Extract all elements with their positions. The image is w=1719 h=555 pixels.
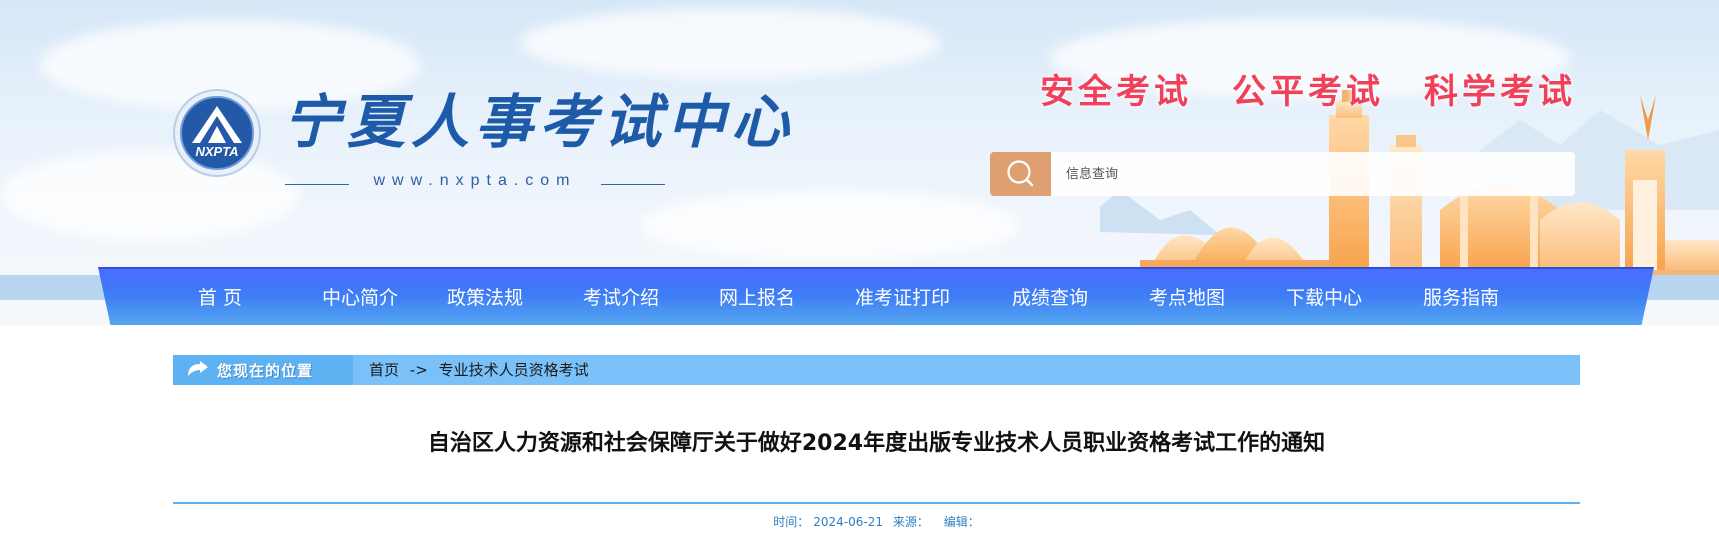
search-button[interactable]: [990, 152, 1051, 196]
breadcrumb-current-link[interactable]: 专业技术人员资格考试: [439, 361, 589, 379]
location-badge: 您现在的位置: [173, 355, 353, 385]
site-name: 宁夏人事考试中心: [283, 88, 796, 156]
nav-item-about[interactable]: 中心简介: [322, 269, 447, 325]
article-title: 自治区人力资源和社会保障厅关于做好2024年度出版专业技术人员职业资格考试工作的…: [427, 431, 1326, 456]
site-url: www.nxpta.com: [373, 172, 577, 189]
nxpta-logo-icon: NXPTA: [173, 89, 261, 177]
meta-time-label: 时间：: [773, 515, 810, 529]
breadcrumb-path: 首页 -> 专业技术人员资格考试: [369, 355, 589, 385]
nav-item-home[interactable]: 首 页: [198, 269, 322, 325]
logo-badge-text: NXPTA: [195, 144, 238, 159]
search-icon: [1006, 160, 1033, 187]
meta-source-label: 来源：: [892, 515, 929, 529]
search-input[interactable]: [1051, 152, 1575, 196]
nav-item-admission-ticket[interactable]: 准考证打印: [855, 269, 1012, 325]
location-badge-label: 您现在的位置: [217, 361, 314, 380]
meta-editor-label: 编辑：: [943, 515, 980, 529]
nav-item-policies[interactable]: 政策法规: [447, 269, 583, 325]
article-meta: 时间： 2024-06-21 来源： 编辑：: [173, 513, 1580, 530]
background-cloud: [520, 8, 940, 78]
nav-item-downloads[interactable]: 下载中心: [1286, 269, 1423, 325]
nav-item-online-registration[interactable]: 网上报名: [719, 269, 855, 325]
breadcrumb-home-link[interactable]: 首页: [369, 361, 399, 379]
nav-item-exam-intro[interactable]: 考试介绍: [583, 269, 719, 325]
breadcrumb: 您现在的位置 首页 -> 专业技术人员资格考试: [173, 355, 1580, 385]
url-divider-line: [601, 184, 665, 185]
meta-time: 2024-06-21: [813, 515, 884, 529]
url-divider-line: [285, 184, 349, 185]
slogan: 安全考试 公平考试 科学考试: [1040, 64, 1580, 113]
nav-item-service-guide[interactable]: 服务指南: [1423, 269, 1533, 325]
location-arrow-icon: [188, 361, 208, 376]
search-box: [990, 152, 1575, 196]
slogan-safe: 安全考试: [1040, 72, 1192, 112]
title-divider: [173, 502, 1580, 504]
nav-item-score-query[interactable]: 成绩查询: [1012, 269, 1149, 325]
main-navigation: 首 页 中心简介 政策法规 考试介绍 网上报名 准考证打印 成绩查询 考点地图 …: [98, 267, 1654, 325]
slogan-scientific: 科学考试: [1424, 72, 1576, 112]
nav-items: 首 页 中心简介 政策法规 考试介绍 网上报名 准考证打印 成绩查询 考点地图 …: [198, 269, 1533, 325]
nav-item-exam-site-map[interactable]: 考点地图: [1149, 269, 1286, 325]
slogan-fair: 公平考试: [1232, 72, 1384, 112]
background-cloud: [640, 190, 1020, 260]
site-url-row: www.nxpta.com: [285, 172, 665, 196]
breadcrumb-separator: ->: [409, 361, 428, 379]
